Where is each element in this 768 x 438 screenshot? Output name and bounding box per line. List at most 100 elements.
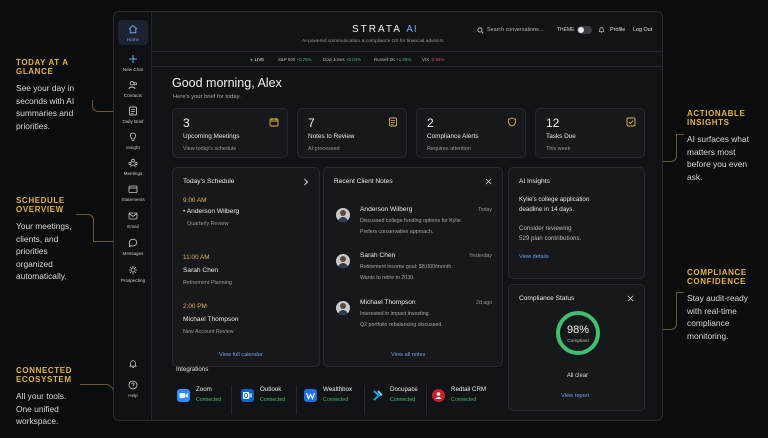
ticker-name: Russell 2K bbox=[374, 57, 395, 62]
view-details-link[interactable]: View details bbox=[519, 254, 549, 260]
sidebar-item-messages[interactable]: Messages bbox=[114, 238, 152, 256]
ticker-name: S&P 500 bbox=[278, 57, 296, 62]
view-report-link[interactable]: View report bbox=[561, 393, 589, 399]
stat-value: 12 bbox=[546, 116, 560, 130]
stat-card-compliance[interactable]: 2 Compliance Alerts Requires attention bbox=[416, 108, 526, 158]
sidebar-item-label: Prospecting bbox=[120, 278, 146, 283]
note-client-name[interactable]: Michael Thompson bbox=[360, 299, 416, 306]
stat-value: 3 bbox=[183, 116, 190, 130]
sidebar-item-label: Statements bbox=[121, 197, 145, 202]
view-full-calendar-link[interactable]: View full calendar bbox=[219, 352, 263, 358]
wealthbox-icon bbox=[304, 389, 317, 402]
stat-title: Notes to Review bbox=[308, 133, 355, 140]
view-all-notes-link[interactable]: View all notes bbox=[391, 352, 425, 358]
ticker-item: VIX -3.94% bbox=[422, 57, 444, 62]
redtail-icon bbox=[432, 389, 445, 402]
close-icon[interactable] bbox=[485, 178, 492, 185]
panel-title: Today's Schedule bbox=[183, 178, 235, 185]
ticker-item: S&P 500 +0.78% bbox=[278, 57, 312, 62]
stat-card-notes[interactable]: 7 Notes to Review AI processed bbox=[297, 108, 407, 158]
integration-status: Connected bbox=[451, 397, 477, 403]
stat-subtitle: This week bbox=[546, 146, 571, 152]
sidebar: Home New Chat Contacts Daily Brief Insig… bbox=[114, 12, 152, 420]
stat-card-tasks[interactable]: 12 Tasks Due This week bbox=[535, 108, 645, 158]
compliance-ring: 98% Compliant bbox=[554, 309, 602, 357]
ticker-name: VIX bbox=[422, 57, 430, 62]
sidebar-item-prospecting[interactable]: Prospecting bbox=[114, 265, 152, 283]
stat-subtitle: Requires attention bbox=[427, 146, 471, 152]
notification-bell-icon[interactable] bbox=[598, 26, 605, 34]
theme-toggle[interactable] bbox=[577, 26, 592, 34]
sidebar-item-email[interactable]: Email bbox=[114, 211, 152, 229]
greeting-title: Good morning, Alex bbox=[172, 76, 282, 90]
outlook-icon bbox=[241, 389, 254, 402]
insight-line: 529 plan contributions. bbox=[519, 235, 582, 242]
sidebar-item-label: New Chat bbox=[122, 67, 144, 72]
contacts-icon bbox=[128, 81, 137, 90]
annotation-line: See your day in bbox=[16, 83, 75, 93]
chevron-right-icon[interactable] bbox=[303, 178, 309, 186]
brand-name: STRATA bbox=[352, 24, 402, 35]
schedule-panel: Today's Schedule 9:00 AM • Anderson Wilb… bbox=[172, 167, 320, 367]
schedule-time: 2:00 PM bbox=[183, 303, 207, 310]
schedule-client-name[interactable]: Michael Thompson bbox=[183, 316, 239, 323]
connector-line bbox=[80, 384, 114, 402]
sidebar-item-new-chat[interactable]: New Chat bbox=[114, 54, 152, 72]
schedule-client-name: Anderson Wilberg bbox=[186, 208, 240, 215]
live-indicator: LIVE bbox=[250, 57, 265, 62]
avatar bbox=[336, 301, 350, 315]
divider bbox=[296, 385, 297, 415]
annotation-body: Stay audit-ready with real-time complian… bbox=[687, 292, 767, 342]
sidebar-item-help[interactable]: Help bbox=[114, 380, 152, 398]
sidebar-item-daily-brief[interactable]: Daily Brief bbox=[114, 106, 152, 124]
annotation-body: Your meetings, clients, and priorities o… bbox=[16, 220, 108, 283]
sidebar-item-insight[interactable]: Insight bbox=[114, 132, 152, 150]
divider bbox=[364, 385, 365, 415]
connector-line bbox=[92, 100, 114, 112]
annotation-line: monitoring. bbox=[687, 330, 729, 341]
schedule-type: Retirement Planning bbox=[183, 280, 232, 286]
annotation-line: matters most bbox=[687, 146, 736, 157]
email-icon bbox=[128, 212, 138, 220]
schedule-client-name[interactable]: Sarah Chen bbox=[183, 267, 218, 274]
note-date: Yesterday bbox=[469, 253, 492, 259]
annotation-line: One unified bbox=[16, 403, 59, 414]
annotation-title: INSIGHTS bbox=[687, 118, 730, 127]
sidebar-item-label: Meetings bbox=[123, 171, 143, 176]
note-client-name[interactable]: Anderson Wilberg bbox=[360, 206, 412, 213]
compliance-percent: 98% bbox=[566, 324, 590, 336]
annotation-title: SCHEDULE bbox=[16, 196, 65, 205]
connector-line bbox=[676, 292, 684, 293]
annotation-line: priorities. bbox=[16, 120, 50, 131]
sidebar-item-label: Contacts bbox=[123, 93, 143, 98]
annotation-line: clients, and bbox=[16, 233, 59, 244]
stat-subtitle: View today's schedule bbox=[183, 146, 237, 152]
annotation-title: CONNECTED bbox=[16, 366, 73, 375]
insight-line: Consider reviewing bbox=[519, 225, 572, 232]
client-notes-panel: Recent Client Notes Anderson Wilberg Tod… bbox=[323, 167, 503, 367]
sidebar-item-notifications[interactable] bbox=[114, 359, 152, 369]
annotation-line: priorities bbox=[16, 246, 48, 256]
sidebar-item-statements[interactable]: Statements bbox=[114, 184, 152, 202]
stat-card-meetings[interactable]: 3 Upcoming Meetings View today's schedul… bbox=[172, 108, 288, 158]
sidebar-item-home[interactable]: Home bbox=[118, 20, 148, 45]
close-icon[interactable] bbox=[627, 295, 634, 302]
stat-title: Upcoming Meetings bbox=[183, 133, 240, 140]
calendar-icon bbox=[269, 118, 279, 127]
note-date: 2d ago bbox=[476, 300, 492, 306]
schedule-client[interactable]: • Anderson Wilberg bbox=[183, 208, 239, 215]
sidebar-item-label: Email bbox=[127, 224, 139, 229]
compliance-status: All clear bbox=[566, 373, 589, 379]
annotation-line: Your meetings, bbox=[16, 221, 72, 231]
integration-status: Connected bbox=[260, 397, 286, 403]
note-line: Q2 portfolio rebalancing discussed. bbox=[360, 322, 443, 328]
stat-value: 2 bbox=[427, 116, 434, 130]
logout-link[interactable]: Log Out bbox=[633, 27, 652, 33]
ticker-item: Russell 2K +1.08% bbox=[374, 57, 411, 62]
sidebar-item-contacts[interactable]: Contacts bbox=[114, 80, 152, 98]
profile-link[interactable]: Profile bbox=[610, 27, 625, 33]
note-client-name[interactable]: Sarah Chen bbox=[360, 252, 395, 259]
search-input[interactable]: Search conversations... bbox=[487, 27, 543, 33]
sidebar-item-meetings[interactable]: Meetings bbox=[114, 158, 152, 176]
schedule-type: Quarterly Review bbox=[187, 221, 229, 227]
